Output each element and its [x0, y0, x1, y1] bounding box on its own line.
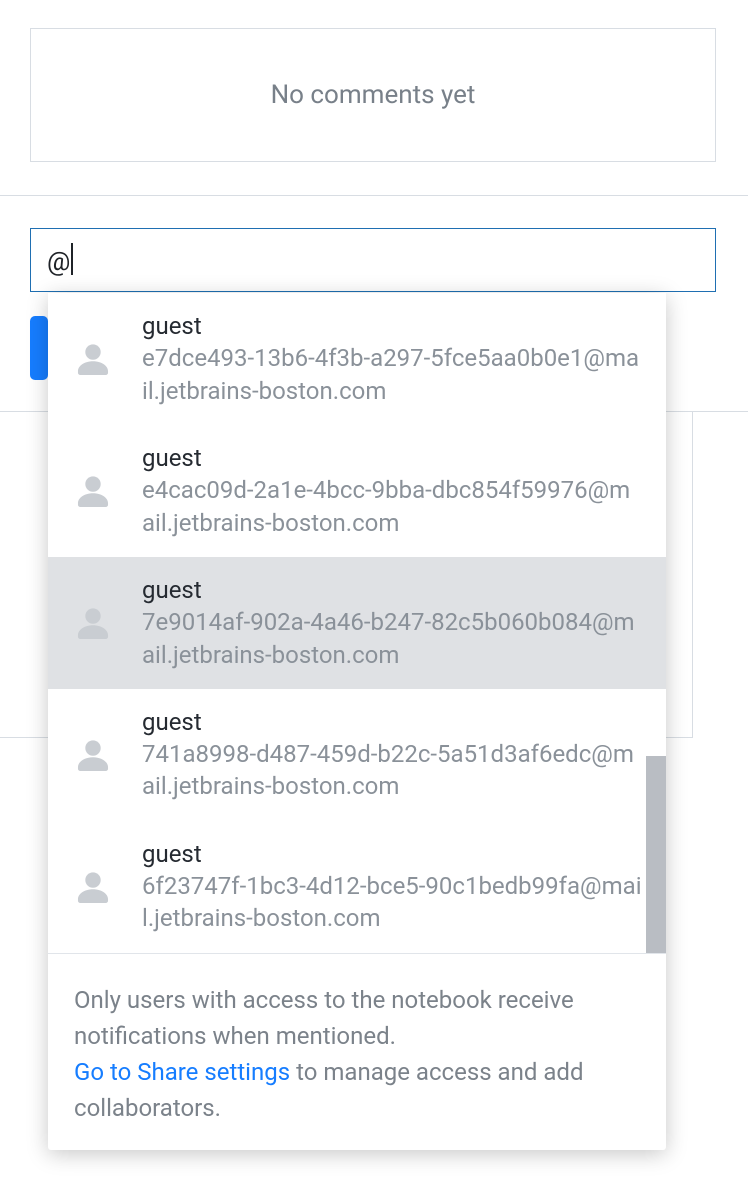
mention-option-text: guest7e9014af-902a-4a46-b247-82c5b060b08… — [142, 575, 642, 671]
mention-option-email: e4cac09d-2a1e-4bcc-9bba-dbc854f59976@mai… — [142, 474, 642, 539]
mention-option-text: guest741a8998-d487-459d-b22c-5a51d3af6ed… — [142, 707, 642, 803]
footer-share-text: Go to Share settings to manage access an… — [74, 1054, 640, 1126]
avatar-icon — [68, 862, 118, 912]
mention-option-name: guest — [142, 839, 642, 870]
no-comments-text: No comments yet — [271, 80, 476, 110]
mention-dropdown-list[interactable]: gueste7dce493-13b6-4f3b-a297-5fce5aa0b0e… — [48, 293, 666, 953]
mention-option-email: e7dce493-13b6-4f3b-a297-5fce5aa0b0e1@mai… — [142, 342, 642, 407]
mention-option[interactable]: gueste4cac09d-2a1e-4bcc-9bba-dbc854f5997… — [48, 425, 666, 557]
avatar-icon — [68, 730, 118, 780]
submit-button[interactable] — [30, 316, 48, 380]
avatar-icon — [68, 598, 118, 648]
mention-option-name: guest — [142, 707, 642, 738]
mention-option-email: 6f23747f-1bc3-4d12-bce5-90c1bedb99fa@mai… — [142, 870, 642, 935]
divider — [0, 195, 748, 196]
mention-option-name: guest — [142, 575, 642, 606]
mention-option-email: 7e9014af-902a-4a46-b247-82c5b060b084@mai… — [142, 606, 642, 671]
mention-option[interactable]: guest741a8998-d487-459d-b22c-5a51d3af6ed… — [48, 689, 666, 821]
mention-option-text: gueste7dce493-13b6-4f3b-a297-5fce5aa0b0e… — [142, 311, 642, 407]
mention-dropdown-footer: Only users with access to the notebook r… — [48, 954, 666, 1150]
share-settings-link[interactable]: Go to Share settings — [74, 1058, 290, 1086]
mention-option-name: guest — [142, 443, 642, 474]
scrollbar-thumb[interactable] — [646, 756, 666, 953]
avatar-icon — [68, 466, 118, 516]
mention-option-text: gueste4cac09d-2a1e-4bcc-9bba-dbc854f5997… — [142, 443, 642, 539]
mention-option[interactable]: guest7e9014af-902a-4a46-b247-82c5b060b08… — [48, 557, 666, 689]
avatar-icon — [68, 334, 118, 384]
comment-input[interactable]: @ — [30, 228, 716, 292]
mention-option[interactable]: gueste7dce493-13b6-4f3b-a297-5fce5aa0b0e… — [48, 293, 666, 425]
mention-option[interactable]: guest6f23747f-1bc3-4d12-bce5-90c1bedb99f… — [48, 821, 666, 953]
mention-dropdown: gueste7dce493-13b6-4f3b-a297-5fce5aa0b0e… — [48, 293, 666, 1150]
mention-option-text: guest6f23747f-1bc3-4d12-bce5-90c1bedb99f… — [142, 839, 642, 935]
mention-option-name: guest — [142, 311, 642, 342]
mention-option-email: 741a8998-d487-459d-b22c-5a51d3af6edc@mai… — [142, 738, 642, 803]
no-comments-panel: No comments yet — [30, 28, 716, 162]
comment-input-value: @ — [47, 243, 73, 277]
text-caret — [71, 243, 73, 275]
footer-info-text: Only users with access to the notebook r… — [74, 982, 640, 1054]
